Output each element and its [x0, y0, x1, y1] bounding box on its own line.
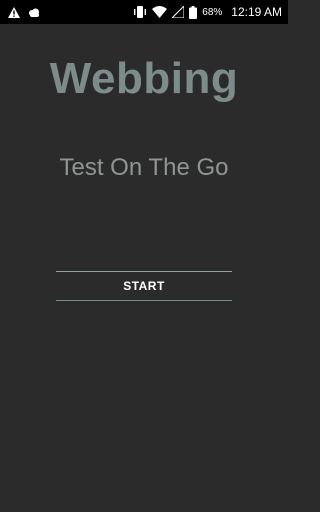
warning-icon	[8, 6, 20, 18]
main-screen: Webbing Test On The Go START	[0, 24, 288, 512]
status-right-icons: 68% 12:19 AM	[133, 5, 282, 19]
start-button[interactable]: START	[56, 271, 232, 301]
app-title: Webbing	[49, 54, 239, 103]
clock: 12:19 AM	[231, 5, 282, 19]
status-left-icons	[8, 6, 40, 18]
battery-icon	[189, 5, 198, 19]
vibrate-icon	[133, 6, 147, 18]
wifi-icon	[152, 6, 168, 18]
signal-icon	[172, 6, 185, 18]
cloud-icon	[28, 8, 40, 17]
battery-percent: 68%	[202, 6, 223, 18]
status-bar: 68% 12:19 AM	[0, 0, 288, 24]
app-subtitle: Test On The Go	[59, 154, 229, 181]
